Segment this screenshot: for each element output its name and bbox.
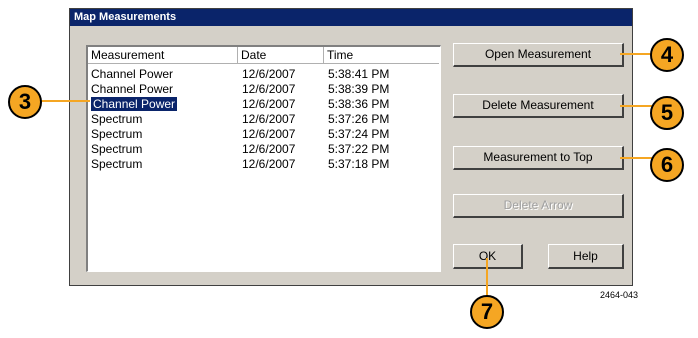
list-header: Measurement Date Time — [88, 47, 440, 64]
cell-time: 5:37:18 PM — [328, 157, 389, 172]
date-text: 12/6/2007 — [242, 112, 296, 126]
time-text: 5:37:18 PM — [328, 157, 390, 171]
ok-button[interactable]: OK — [453, 244, 523, 269]
table-row[interactable]: Spectrum 12/6/2007 5:37:24 PM — [88, 127, 440, 142]
cell-measurement: Spectrum — [91, 157, 142, 172]
open-measurement-button[interactable]: Open Measurement — [453, 43, 624, 67]
measurement-to-top-button[interactable]: Measurement to Top — [453, 146, 624, 170]
cell-measurement: Spectrum — [91, 142, 142, 157]
time-text: 5:38:41 PM — [328, 67, 390, 81]
cell-date: 12/6/2007 — [242, 67, 295, 82]
table-row[interactable]: Channel Power 12/6/2007 5:38:41 PM — [88, 67, 440, 82]
table-row[interactable]: Spectrum 12/6/2007 5:37:18 PM — [88, 157, 440, 172]
cell-date: 12/6/2007 — [242, 82, 295, 97]
cell-date: 12/6/2007 — [242, 157, 295, 172]
measurement-text: Channel Power — [91, 67, 174, 81]
callout-5-leader — [620, 105, 652, 107]
date-text: 12/6/2007 — [242, 67, 296, 81]
date-text: 12/6/2007 — [242, 82, 296, 96]
cell-measurement: Channel Power — [91, 67, 173, 82]
map-measurements-dialog: Map Measurements Measurement Date Time C… — [69, 8, 633, 286]
callout-6: 6 — [650, 148, 684, 182]
callout-3-leader — [38, 100, 90, 102]
callout-4: 4 — [650, 38, 684, 72]
cell-date: 12/6/2007 — [242, 142, 295, 157]
cell-time: 5:37:22 PM — [328, 142, 389, 157]
callout-5: 5 — [650, 96, 684, 130]
column-header-time[interactable]: Time — [324, 47, 439, 64]
measurement-text: Channel Power — [91, 82, 174, 96]
time-text: 5:37:22 PM — [328, 142, 390, 156]
time-text: 5:38:39 PM — [328, 82, 390, 96]
column-header-measurement[interactable]: Measurement — [88, 47, 238, 64]
cell-measurement: Spectrum — [91, 127, 142, 142]
cell-date: 12/6/2007 — [242, 112, 295, 127]
column-header-date[interactable]: Date — [238, 47, 324, 64]
table-row[interactable]: Spectrum 12/6/2007 5:37:26 PM — [88, 112, 440, 127]
callout-7: 7 — [470, 295, 504, 329]
time-text: 5:37:24 PM — [328, 127, 390, 141]
delete-measurement-button[interactable]: Delete Measurement — [453, 94, 624, 118]
measurement-text: Spectrum — [91, 142, 143, 156]
cell-date: 12/6/2007 — [242, 97, 295, 112]
callout-3: 3 — [8, 85, 42, 119]
date-text: 12/6/2007 — [242, 157, 296, 171]
callout-6-leader — [620, 157, 652, 159]
date-text: 12/6/2007 — [242, 127, 296, 141]
measurement-text: Channel Power — [91, 97, 178, 111]
measurement-list[interactable]: Measurement Date Time Channel Power 12/6/… — [86, 45, 441, 272]
time-text: 5:38:36 PM — [328, 97, 390, 111]
date-text: 12/6/2007 — [242, 97, 296, 111]
cell-time: 5:38:36 PM — [328, 97, 389, 112]
date-text: 12/6/2007 — [242, 142, 296, 156]
cell-time: 5:38:39 PM — [328, 82, 389, 97]
cell-date: 12/6/2007 — [242, 127, 295, 142]
figure-id: 2464-043 — [600, 290, 639, 300]
measurement-text: Spectrum — [91, 157, 143, 171]
time-text: 5:37:26 PM — [328, 112, 390, 126]
table-row[interactable]: Spectrum 12/6/2007 5:37:22 PM — [88, 142, 440, 157]
callout-4-leader — [620, 53, 652, 55]
delete-arrow-button[interactable]: Delete Arrow — [453, 194, 624, 218]
callout-7-leader — [486, 258, 488, 298]
cell-time: 5:38:41 PM — [328, 67, 389, 82]
table-row[interactable]: Channel Power 12/6/2007 5:38:36 PM — [88, 97, 440, 112]
cell-time: 5:37:24 PM — [328, 127, 389, 142]
help-button[interactable]: Help — [548, 244, 624, 269]
cell-measurement: Channel Power — [91, 82, 173, 97]
cell-time: 5:37:26 PM — [328, 112, 389, 127]
cell-measurement: Spectrum — [91, 112, 142, 127]
dialog-title: Map Measurements — [70, 9, 632, 26]
table-row[interactable]: Channel Power 12/6/2007 5:38:39 PM — [88, 82, 440, 97]
measurement-text: Spectrum — [91, 112, 143, 126]
measurement-text: Spectrum — [91, 127, 143, 141]
cell-measurement: Channel Power — [91, 97, 178, 112]
